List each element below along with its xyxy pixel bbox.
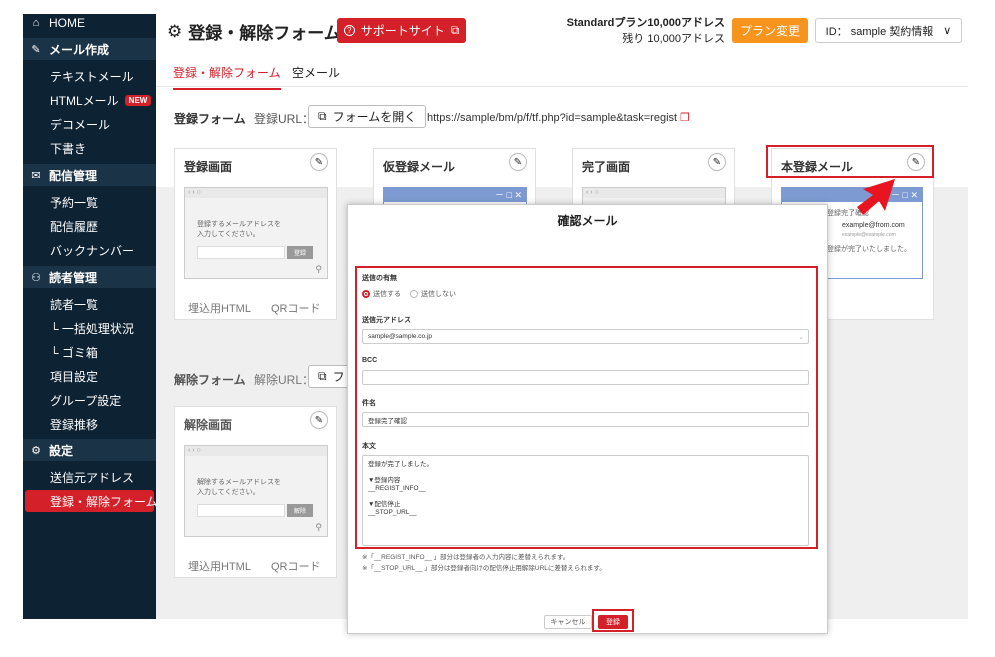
note-regist-info: ※「__REGIST_INFO__ 」部分は登録者の入力内容に差替えられます。	[362, 554, 570, 561]
sidebar-item-groups[interactable]: グループ設定	[23, 389, 156, 411]
home-icon: ⌂	[32, 17, 40, 29]
plan-change-button[interactable]: プラン変更	[732, 18, 808, 43]
tab-bar: 登録・解除フォーム 空メール	[156, 60, 968, 90]
edit-icon[interactable]: ✎	[310, 411, 328, 429]
sidebar-item-backnumber[interactable]: バックナンバー	[23, 239, 156, 261]
search-icon: ⚲	[315, 522, 322, 532]
sidebar-item-trend[interactable]: 登録推移	[23, 413, 156, 435]
sidebar-home[interactable]: ⌂ HOME	[23, 14, 156, 32]
card-unregister-screen: 解除画面 ✎ ‹ › ○ 解除するメールアドレスを 入力してください。 解除 ⚲…	[174, 406, 337, 578]
register-url: https://sample/bm/p/f/tf.php?id=sample&t…	[427, 112, 691, 124]
new-badge: NEW	[124, 94, 152, 106]
open-unregister-form-button[interactable]: ⧉ フ	[308, 365, 348, 388]
copy-icon[interactable]: ❐	[680, 112, 690, 124]
external-link-icon: ⧉	[318, 369, 327, 383]
modal-title: 確認メール	[557, 214, 618, 228]
sidebar-section-settings[interactable]: ⚙ 設定	[23, 439, 156, 461]
chevron-down-icon: ∨	[943, 25, 952, 37]
search-icon: ⚲	[315, 264, 322, 274]
sidebar: ⌂ HOME ✎ メール作成 テキストメール HTMLメール NEW デコメール 下書…	[23, 14, 158, 619]
pen-icon: ✎	[31, 43, 41, 56]
gear-icon: ⚙	[31, 444, 41, 457]
tab-forms[interactable]: 登録・解除フォーム	[173, 64, 281, 90]
account-dropdown[interactable]: ID： sample 契約情報 ∨	[815, 18, 962, 43]
plan-info: Standardプラン10,000アドレス 残り 10,000アドレス	[566, 17, 725, 45]
sidebar-item-deco-mail[interactable]: デコメール	[23, 113, 156, 135]
sidebar-item-batch-status[interactable]: └ 一括処理状況	[23, 317, 156, 339]
highlight-form-fields	[355, 266, 818, 549]
edit-icon[interactable]: ✎	[509, 153, 527, 171]
sidebar-item-text-mail[interactable]: テキストメール	[23, 65, 156, 87]
embed-html-link[interactable]: 埋込用HTML	[188, 300, 251, 316]
sidebar-section-readers[interactable]: ⚇ 読者管理	[23, 266, 156, 288]
sidebar-item-drafts[interactable]: 下書き	[23, 137, 156, 159]
card-register-screen: 登録画面 ✎ ‹ › ○ 登録するメールアドレスを 入力してください。 登録 ⚲…	[174, 148, 337, 320]
sidebar-section-mail[interactable]: ✎ メール作成	[23, 38, 156, 60]
register-form-label: 登録フォーム	[174, 112, 246, 126]
external-link-icon: ⧉	[318, 109, 327, 123]
sidebar-item-reservations[interactable]: 予約一覧	[23, 191, 156, 213]
external-link-icon: ⧉	[450, 23, 460, 37]
screen: { "sidebar": { "home": "HOME", "sections…	[0, 0, 995, 657]
edit-icon[interactable]: ✎	[708, 153, 726, 171]
mail-icon: ✉	[31, 169, 41, 182]
embed-html-link[interactable]: 埋込用HTML	[188, 558, 251, 574]
sidebar-item-forms[interactable]: 登録・解除フォーム	[25, 490, 158, 512]
qr-code-link[interactable]: QRコード	[271, 300, 321, 316]
card-complete-screen: 完了画面 ✎ ‹ › ○	[572, 148, 735, 205]
sidebar-item-html-mail[interactable]: HTMLメール NEW	[23, 89, 156, 111]
sidebar-item-trash[interactable]: └ ゴミ箱	[23, 341, 156, 363]
gear-icon: ⚙	[167, 21, 183, 41]
unregister-form-label: 解除フォーム	[174, 373, 246, 387]
open-register-form-button[interactable]: ⧉ フォームを開く	[308, 105, 427, 128]
mini-preview: ‹ › ○ 登録するメールアドレスを 入力してください。 登録 ⚲	[184, 187, 328, 279]
highlight-final-mail	[766, 145, 934, 178]
question-icon: ?	[343, 25, 355, 36]
cancel-button[interactable]: キャンセル	[544, 615, 592, 629]
sidebar-item-reader-list[interactable]: 読者一覧	[23, 293, 156, 315]
sidebar-item-sender[interactable]: 送信元アドレス	[23, 466, 156, 488]
highlight-submit-button	[592, 609, 634, 632]
page-title: ⚙ 登録・解除フォーム	[167, 21, 341, 44]
edit-icon[interactable]: ✎	[310, 153, 328, 171]
register-url-label: 登録URL：	[254, 112, 315, 126]
tab-empty-mail[interactable]: 空メール	[292, 64, 340, 81]
mini-preview: ‹ › ○ 解除するメールアドレスを 入力してください。 解除 ⚲	[184, 445, 328, 537]
sidebar-section-delivery[interactable]: ✉ 配信管理	[23, 164, 156, 186]
arrow-pointer-icon	[857, 179, 895, 215]
sidebar-item-fields[interactable]: 項目設定	[23, 365, 156, 387]
qr-code-link[interactable]: QRコード	[271, 558, 321, 574]
users-icon: ⚇	[31, 271, 41, 284]
support-site-button[interactable]: ? サポートサイト ⧉	[337, 18, 466, 43]
card-provisional-mail: 仮登録メール ✎ － □ ✕	[373, 148, 536, 205]
note-stop-url: ※「__STOP_URL__ 」部分は登録者向けの配信停止用解除URLに差替えら…	[362, 565, 606, 572]
unregister-url-label: 解除URL：	[254, 373, 315, 387]
sidebar-item-history[interactable]: 配信履歴	[23, 215, 156, 237]
